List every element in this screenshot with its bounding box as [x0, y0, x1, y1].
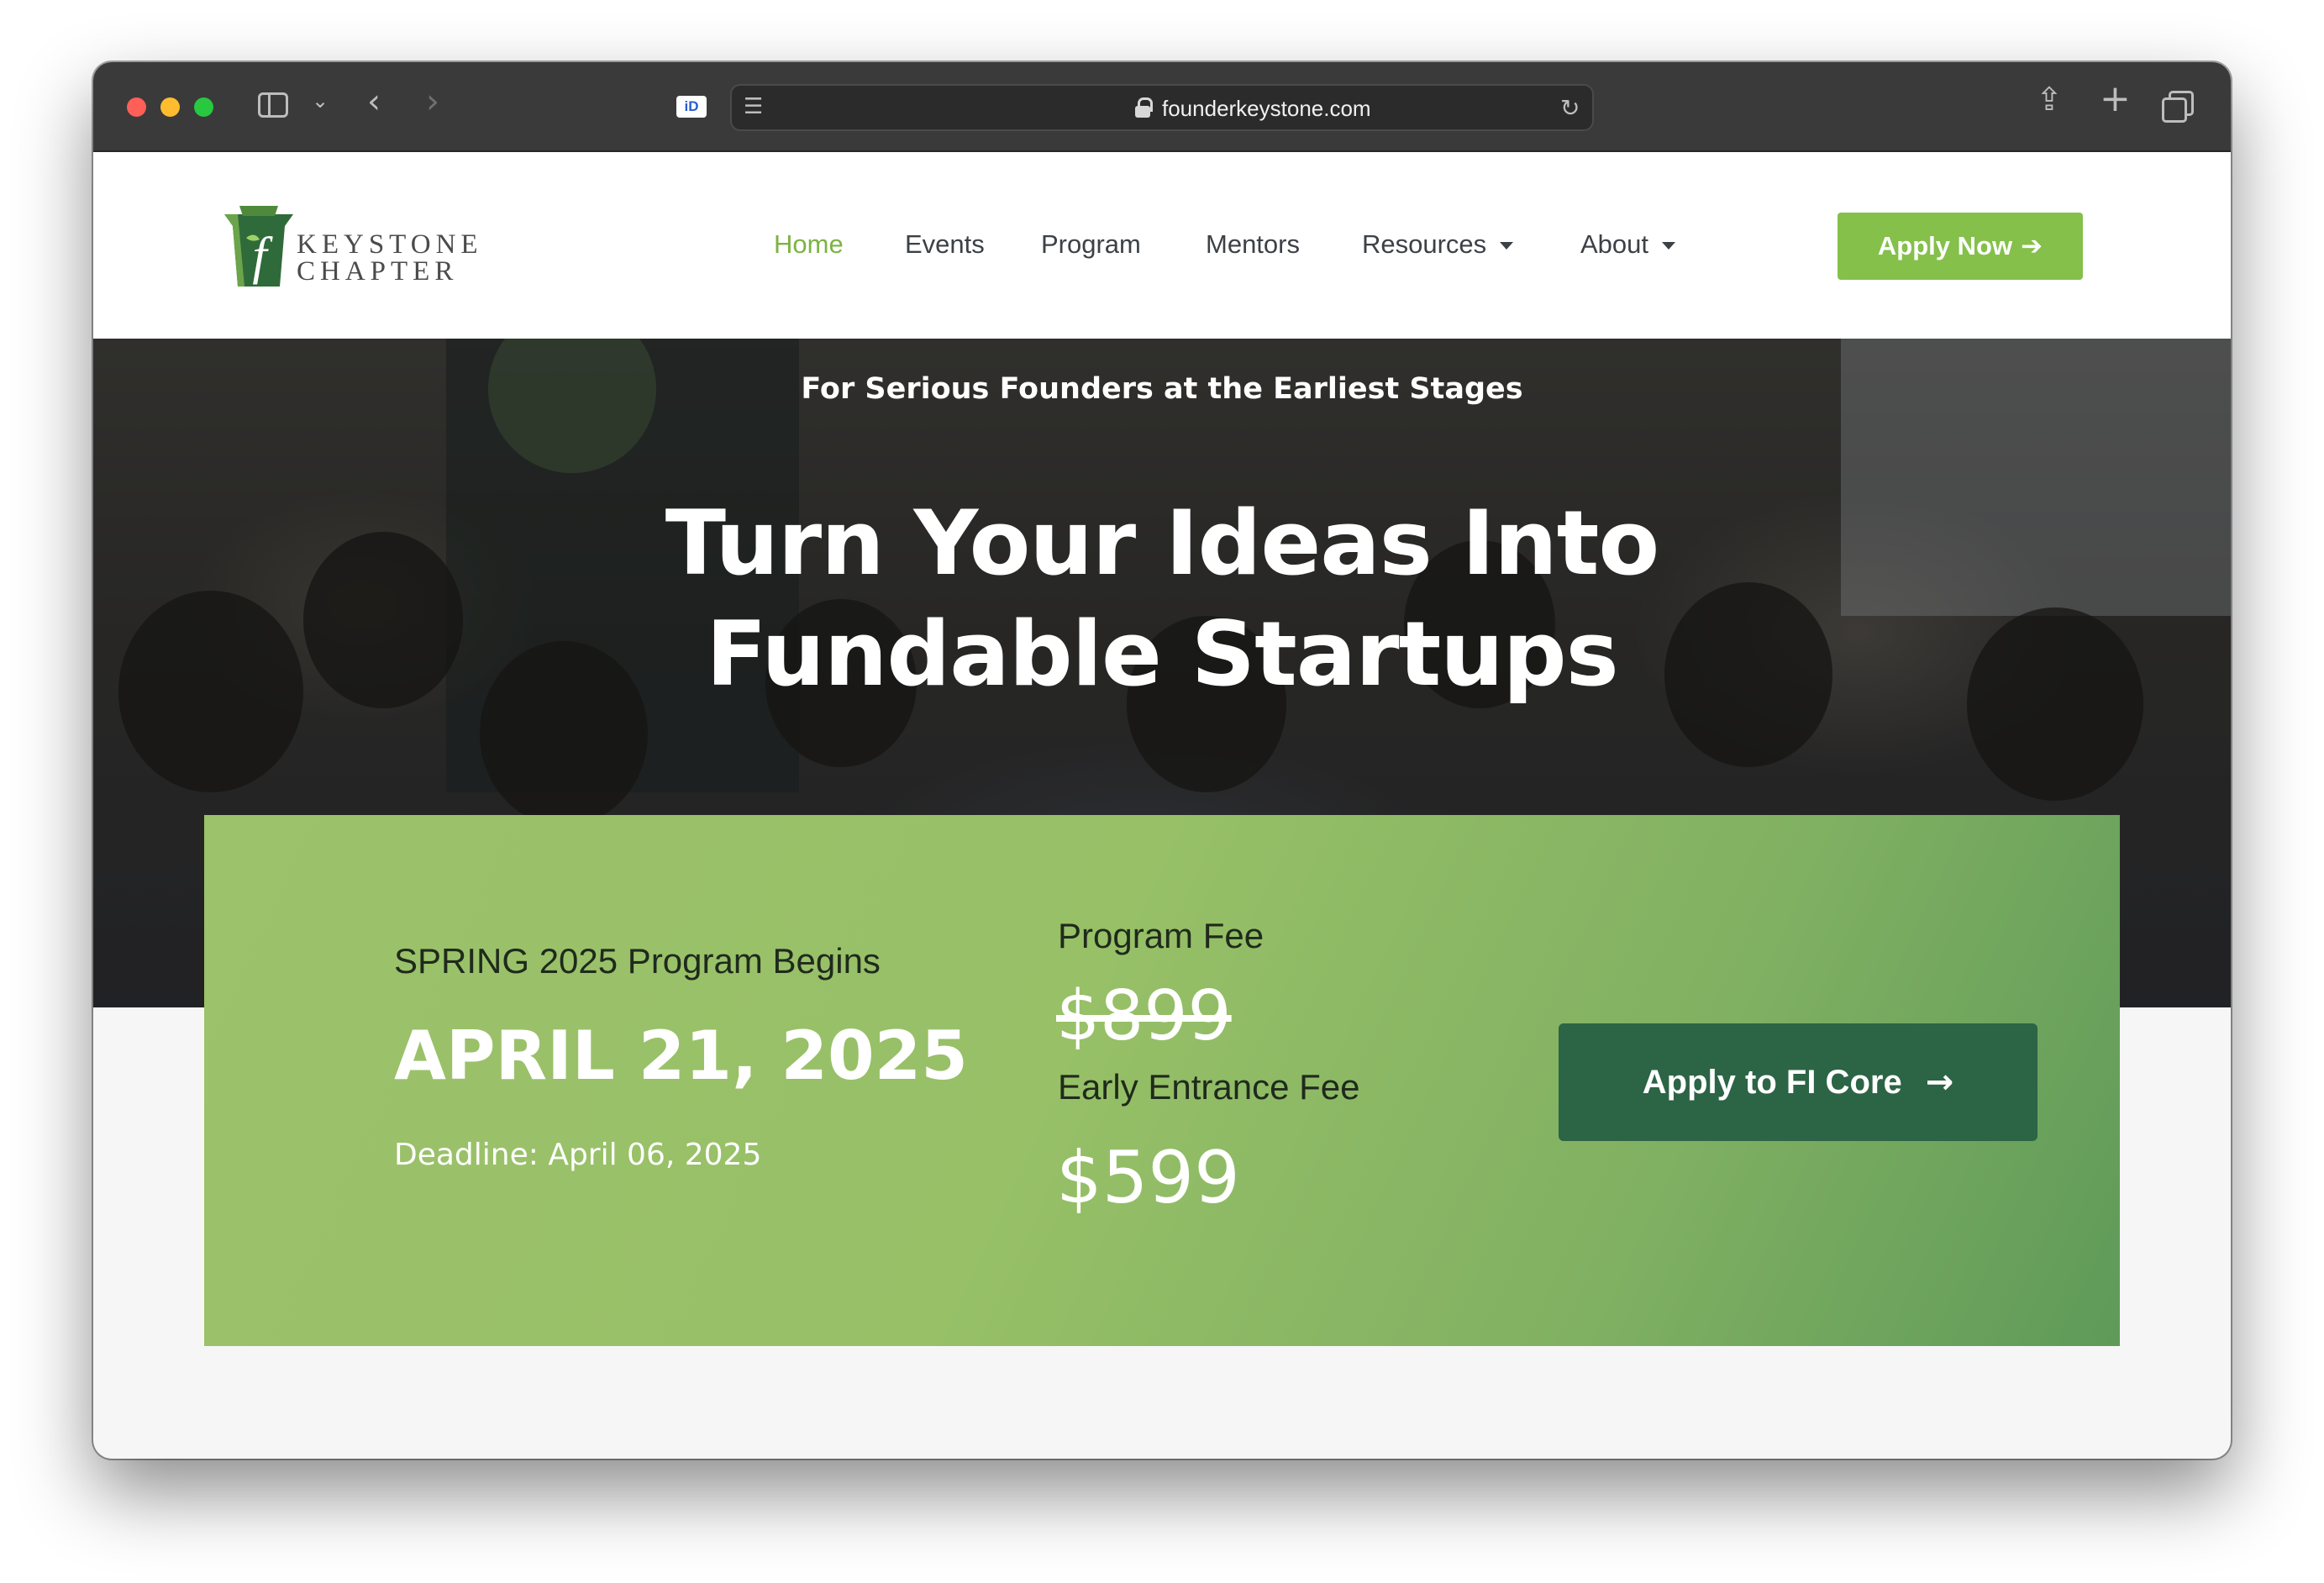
hero-title-line-1: Turn Your Ideas Into	[665, 492, 1659, 595]
address-bar[interactable]: ☰ founderkeystone.com ↻	[730, 84, 1594, 131]
apply-now-label: Apply Now	[1877, 231, 2013, 260]
tab-overview-icon[interactable]	[2162, 91, 2194, 123]
nav-program[interactable]: Program	[1041, 229, 1141, 260]
reader-mode-icon[interactable]: ☰	[744, 94, 763, 119]
browser-window: ⌄ ‹ › iD ☰ founderkeystone.com ↻ ⇪ + f K…	[93, 62, 2231, 1459]
share-icon[interactable]: ⇪	[2036, 81, 2063, 118]
nav-about-label: About	[1580, 229, 1649, 259]
nav-mentors[interactable]: Mentors	[1206, 229, 1300, 260]
extension-id-icon[interactable]: iD	[676, 96, 707, 118]
nav-about[interactable]: About	[1580, 229, 1676, 260]
logo-line-2: CHAPTER	[297, 256, 459, 287]
hero-title: Turn Your Ideas Into Fundable Startups	[93, 488, 2231, 710]
apply-now-button[interactable]: Apply Now ➔	[1838, 213, 2083, 280]
close-window-button[interactable]	[127, 97, 146, 117]
minimize-window-button[interactable]	[160, 97, 180, 117]
url-text[interactable]: founderkeystone.com	[1162, 96, 1371, 122]
caret-down-icon	[1500, 242, 1514, 250]
program-fee-original: $899	[1056, 976, 1232, 1056]
new-tab-icon[interactable]: +	[2100, 77, 2131, 120]
arrow-right-icon: →	[1925, 1063, 1954, 1102]
browser-toolbar: ⌄ ‹ › iD ☰ founderkeystone.com ↻ ⇪ +	[93, 62, 2231, 152]
hero-tagline: For Serious Founders at the Earliest Sta…	[801, 372, 1523, 406]
maximize-window-button[interactable]	[194, 97, 213, 117]
back-arrow-icon[interactable]: ‹	[367, 82, 381, 121]
nav-resources-label: Resources	[1362, 229, 1487, 259]
keystone-logo-icon: f	[224, 206, 293, 287]
site-logo[interactable]: f KEYSTONE CHAPTER	[221, 206, 478, 290]
nav-events[interactable]: Events	[905, 229, 985, 260]
program-fee-label: Program Fee	[1058, 916, 1265, 955]
caret-down-icon	[1662, 242, 1676, 250]
arrow-right-icon: ➔	[2021, 231, 2043, 261]
early-fee-value: $599	[1056, 1136, 1240, 1220]
chevron-down-icon[interactable]: ⌄	[312, 89, 329, 113]
lock-icon	[1135, 97, 1153, 118]
reload-icon[interactable]: ↻	[1560, 94, 1580, 122]
program-start-date: APRIL 21, 2025	[394, 1017, 968, 1095]
site-header: f KEYSTONE CHAPTER Home Events Program M…	[93, 152, 2231, 339]
sidebar-toggle-icon[interactable]	[258, 92, 288, 118]
program-info-card: SPRING 2025 Program Begins APRIL 21, 202…	[204, 815, 2120, 1346]
apply-fi-core-button[interactable]: Apply to FI Core →	[1559, 1023, 2037, 1141]
early-fee-label: Early Entrance Fee	[1058, 1067, 1360, 1107]
nav-resources[interactable]: Resources	[1362, 229, 1514, 260]
application-deadline: Deadline: April 06, 2025	[394, 1138, 762, 1172]
program-begins-label: SPRING 2025 Program Begins	[394, 941, 881, 981]
nav-home[interactable]: Home	[774, 229, 844, 260]
apply-fi-core-label: Apply to FI Core	[1642, 1064, 1902, 1101]
hero-title-line-2: Fundable Startups	[706, 602, 1618, 706]
forward-arrow-icon[interactable]: ›	[426, 82, 439, 121]
